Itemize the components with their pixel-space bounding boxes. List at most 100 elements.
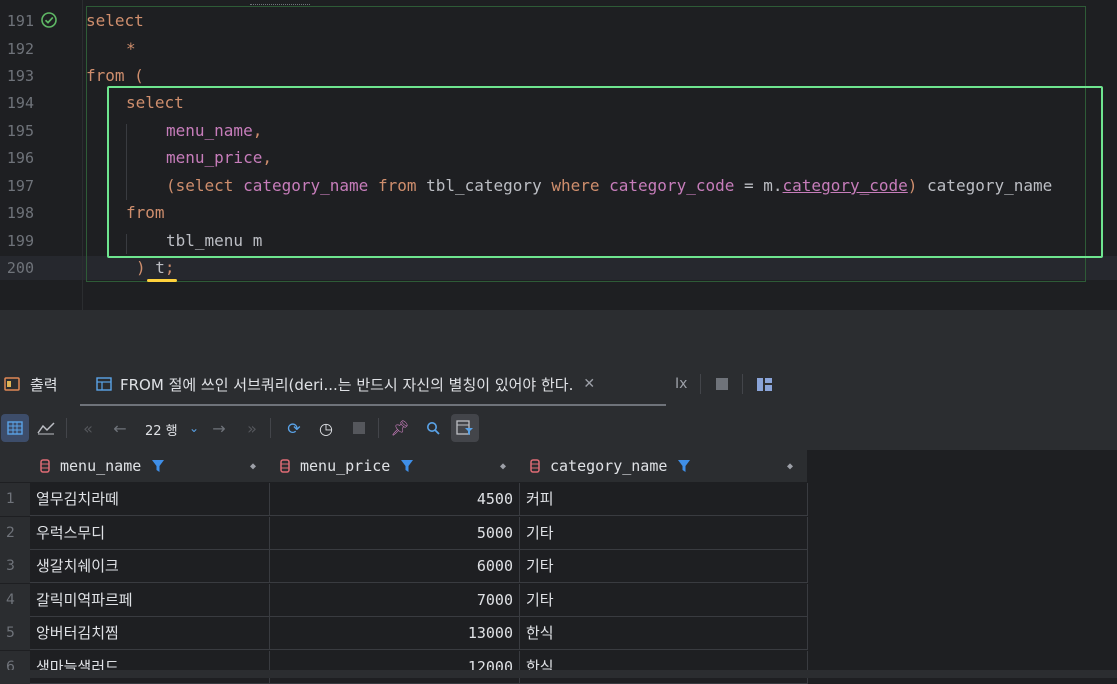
- table-row[interactable]: 4 갈릭미역파르페 7000 기타: [0, 584, 808, 617]
- tab-result[interactable]: FROM 절에 쓰인 서브쿼리(deri...는 반드시 자신의 별칭이 있어야…: [96, 362, 595, 406]
- cell-category-name[interactable]: 한식: [520, 617, 808, 650]
- line-number: 193: [6, 67, 34, 85]
- page-size-dropdown[interactable]: ⌄: [180, 414, 208, 442]
- cell-menu-price[interactable]: 6000: [270, 550, 520, 583]
- cell-menu-price[interactable]: 7000: [270, 584, 520, 617]
- next-page-button[interactable]: →: [205, 414, 233, 442]
- line-number: 191: [6, 12, 34, 30]
- cell-menu-price[interactable]: 5000: [270, 517, 520, 550]
- column-header-menu-name[interactable]: menu_name ◆: [30, 450, 271, 482]
- column-header-menu-price[interactable]: menu_price ◆: [270, 450, 521, 482]
- paren: (: [124, 66, 144, 85]
- result-toolbar: « ← 22 행 ⌄ → » ⟳ ◷ 📌︎: [0, 406, 1117, 450]
- first-page-button[interactable]: «: [74, 414, 102, 442]
- cell-menu-name[interactable]: 열무김치라떼: [30, 483, 270, 516]
- cell-category-name[interactable]: 기타: [520, 584, 808, 617]
- table-icon: [7, 421, 23, 435]
- chart-view-button[interactable]: [32, 414, 60, 442]
- line-number: 195: [6, 122, 34, 140]
- arrow-right-icon: →: [212, 418, 226, 438]
- cancel-button[interactable]: [345, 414, 373, 442]
- history-icon: ◷: [319, 418, 333, 438]
- line-number: 199: [6, 232, 34, 250]
- cell-menu-price[interactable]: 12000: [270, 651, 520, 684]
- column-header-category-name[interactable]: category_name ◆: [520, 450, 808, 482]
- history-button[interactable]: ◷: [312, 414, 340, 442]
- separator: [270, 418, 271, 438]
- refresh-button[interactable]: ⟳: [280, 414, 308, 442]
- filter-view-button[interactable]: [451, 414, 479, 442]
- code-line-200: ) t;: [136, 258, 175, 278]
- panel-divider[interactable]: [0, 310, 1117, 362]
- cell-menu-name[interactable]: 생갈치쉐이크: [30, 550, 270, 583]
- cell-menu-name[interactable]: 우럭스무디: [30, 517, 270, 550]
- filter-table-icon: [456, 420, 473, 435]
- line-number: 196: [6, 149, 34, 167]
- cell-category-name[interactable]: 한식: [520, 651, 808, 684]
- chart-icon: [37, 422, 55, 435]
- result-grid[interactable]: menu_name ◆ menu_price ◆ category_name ◆…: [0, 450, 1117, 684]
- cell-category-name[interactable]: 기타: [520, 517, 808, 550]
- code-line-193: from (: [86, 66, 144, 86]
- output-icon: [4, 377, 20, 391]
- last-page-button[interactable]: »: [238, 414, 266, 442]
- sort-icon[interactable]: ◆: [250, 461, 256, 472]
- filter-icon[interactable]: [151, 459, 165, 473]
- pin-icon: 📌︎: [390, 419, 410, 437]
- search-button[interactable]: [419, 414, 447, 442]
- ix-label: Ix: [675, 376, 688, 392]
- separator: [66, 418, 67, 438]
- semicolon: ;: [164, 258, 175, 277]
- sort-icon[interactable]: ◆: [500, 461, 506, 472]
- cell-menu-name[interactable]: 앙버터김치찜: [30, 617, 270, 650]
- scroll-hint: [250, 0, 310, 5]
- table-row[interactable]: 6 생마늘샐러드 12000 한식: [0, 651, 808, 684]
- tab-output[interactable]: 출력: [4, 362, 58, 406]
- search-icon: [427, 422, 440, 435]
- line-number: 200: [6, 259, 34, 277]
- code-editor[interactable]: 191 192 193 194 195 196 197 198 199 200 …: [0, 0, 1117, 310]
- close-icon[interactable]: ✕: [583, 376, 595, 392]
- row-count[interactable]: 22 행: [145, 420, 178, 439]
- grid-view-button[interactable]: [1, 414, 29, 442]
- column-name: menu_price: [300, 457, 391, 475]
- line-number: 198: [6, 204, 34, 222]
- column-name: menu_name: [60, 457, 142, 475]
- row-header-corner: [0, 450, 30, 482]
- double-chevron-right-icon: »: [247, 418, 257, 438]
- cell-category-name[interactable]: 기타: [520, 550, 808, 583]
- table-icon: [96, 377, 112, 391]
- prev-page-button[interactable]: ←: [106, 414, 134, 442]
- result-tabs: 출력 FROM 절에 쓰인 서브쿼리(deri...는 반드시 자신의 별칭이 …: [0, 362, 1117, 407]
- cell-menu-price[interactable]: 4500: [270, 483, 520, 516]
- table-row[interactable]: 2 우럭스무디 5000 기타: [0, 517, 808, 550]
- table-row[interactable]: 1 열무김치라떼 4500 커피: [0, 483, 808, 516]
- stop-button[interactable]: [716, 362, 728, 406]
- check-circle-icon[interactable]: [40, 11, 58, 29]
- filter-icon[interactable]: [677, 459, 691, 473]
- pin-button[interactable]: 📌︎: [386, 414, 414, 442]
- wildcard: *: [126, 39, 136, 58]
- chevron-down-icon: ⌄: [188, 421, 200, 435]
- cell-menu-name[interactable]: 갈릭미역파르페: [30, 584, 270, 617]
- cell-category-name[interactable]: 커피: [520, 483, 808, 516]
- code-line-191: select: [86, 11, 144, 31]
- gutter-separator: [82, 0, 83, 310]
- layout-icon: [757, 377, 772, 391]
- cell-menu-price[interactable]: 13000: [270, 617, 520, 650]
- table-row[interactable]: 5 앙버터김치찜 13000 한식: [0, 617, 808, 650]
- cell-menu-name[interactable]: 생마늘샐러드: [30, 651, 270, 684]
- row-number: 3: [0, 550, 30, 583]
- table-row[interactable]: 3 생갈치쉐이크 6000 기타: [0, 550, 808, 583]
- ix-button[interactable]: Ix: [675, 362, 687, 406]
- line-number: 197: [6, 177, 34, 195]
- sort-icon[interactable]: ◆: [787, 461, 793, 472]
- stop-icon: [353, 422, 365, 434]
- line-number: 192: [6, 40, 34, 58]
- horizontal-scrollbar[interactable]: [0, 670, 1117, 678]
- paren: ): [136, 258, 156, 277]
- warning-underline: [147, 279, 177, 282]
- layout-button[interactable]: [757, 362, 772, 406]
- column-icon: [40, 459, 50, 473]
- filter-icon[interactable]: [400, 459, 414, 473]
